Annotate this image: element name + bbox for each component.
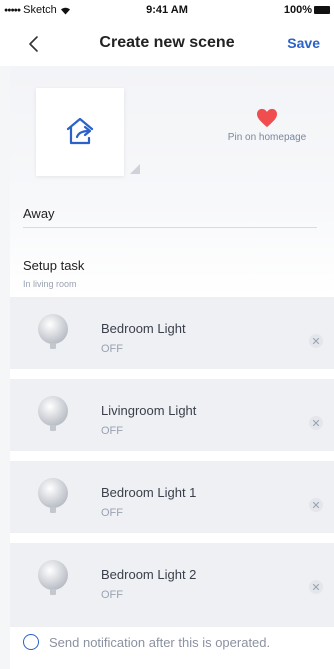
light-name: Bedroom Light — [101, 321, 186, 336]
send-notification-option[interactable]: Send notification after this is operated… — [23, 631, 323, 653]
light-name: Livingroom Light — [101, 403, 197, 418]
radio-circle-icon[interactable] — [23, 634, 39, 650]
light-name: Bedroom Light 1 — [101, 485, 197, 500]
task-card[interactable]: Bedroom Light 1 OFF — [10, 461, 334, 533]
light-state: OFF — [101, 425, 123, 437]
card-divider — [10, 533, 334, 543]
card-divider — [10, 451, 334, 461]
close-icon[interactable] — [308, 415, 324, 431]
close-icon[interactable] — [308, 333, 324, 349]
battery-icon — [314, 6, 330, 14]
light-state: OFF — [101, 343, 123, 355]
close-icon[interactable] — [308, 497, 324, 513]
task-list: Bedroom Light OFF Livingroom Light OFF B… — [10, 297, 334, 627]
task-card[interactable]: Bedroom Light 2 OFF — [10, 543, 334, 615]
close-icon[interactable] — [308, 579, 324, 595]
light-bulb-icon — [38, 396, 68, 431]
setup-task-subtitle: In living room — [23, 279, 77, 289]
card-divider — [10, 369, 334, 379]
light-bulb-icon — [38, 560, 68, 595]
scene-icon-tile[interactable] — [36, 88, 124, 176]
scene-name-input[interactable] — [23, 204, 317, 228]
home-away-icon — [66, 117, 94, 145]
pin-on-homepage-toggle[interactable]: Pin on homepage — [214, 108, 320, 143]
light-state: OFF — [101, 507, 123, 519]
save-button[interactable]: Save — [287, 35, 320, 51]
pin-label: Pin on homepage — [227, 132, 307, 143]
resize-corner-icon — [130, 164, 140, 174]
light-bulb-icon — [38, 478, 68, 513]
notify-label: Send notification after this is operated… — [49, 634, 271, 650]
heart-icon — [257, 108, 277, 128]
page-title: Create new scene — [99, 34, 235, 51]
light-bulb-icon — [38, 314, 68, 349]
task-card[interactable]: Livingroom Light OFF — [10, 379, 334, 451]
light-state: OFF — [101, 589, 123, 601]
left-edge — [0, 66, 10, 669]
battery-percent: 100% — [283, 4, 312, 16]
setup-task-title: Setup task — [23, 258, 85, 273]
task-card[interactable]: Bedroom Light OFF — [10, 297, 334, 369]
status-right: 100% — [284, 4, 330, 16]
light-name: Bedroom Light 2 — [101, 567, 197, 582]
status-bar: ●●●●● Sketch 9:41 AM 100% — [0, 0, 334, 20]
nav-bar: Create new scene Save — [0, 22, 334, 66]
